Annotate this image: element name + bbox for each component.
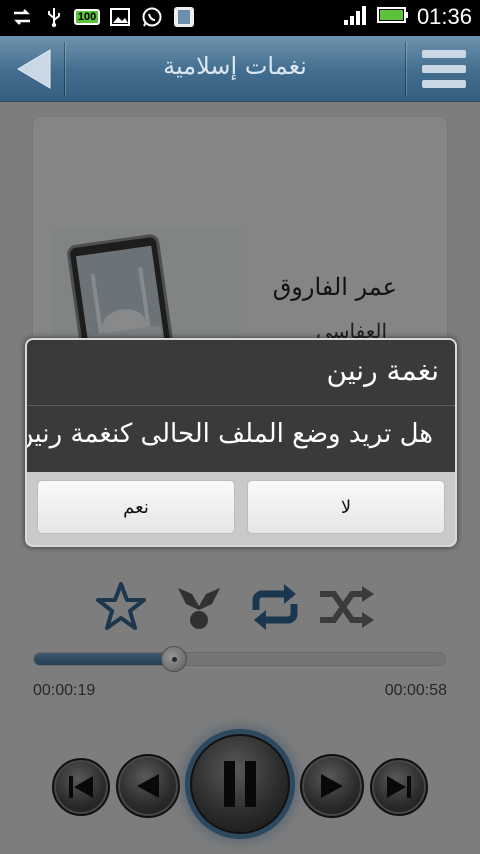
dialog-body: هل تريد وضع الملف الحالى كنغمة رنين <box>27 406 455 472</box>
gallery-icon <box>108 5 132 29</box>
whatsapp-icon <box>140 5 164 29</box>
app-bar-divider <box>405 42 406 96</box>
status-bar: 100 01:36 <box>0 0 480 36</box>
no-button[interactable]: لا <box>247 480 445 534</box>
signal-icon <box>343 4 369 30</box>
app-bar-divider <box>64 42 65 96</box>
app-icon <box>172 5 196 29</box>
battery-badge: 100 <box>73 9 101 25</box>
sync-icon <box>10 5 34 29</box>
back-button[interactable] <box>10 44 60 94</box>
yes-button[interactable]: نعم <box>37 480 235 534</box>
battery-badge-icon: 100 <box>73 5 101 29</box>
status-bar-right: 01:36 <box>343 4 472 30</box>
usb-icon <box>42 5 66 29</box>
battery-icon <box>376 4 409 30</box>
app-bar-title: نغمات إسلامية <box>163 52 307 80</box>
dialog-title: نغمة رنين <box>326 354 439 387</box>
dialog-message: هل تريد وضع الملف الحالى كنغمة رنين <box>25 419 433 449</box>
status-bar-left: 100 <box>10 5 196 29</box>
app-bar: نغمات إسلامية <box>0 36 480 102</box>
status-time: 01:36 <box>416 4 472 29</box>
menu-button[interactable] <box>420 46 468 92</box>
ringtone-dialog: نغمة رنين هل تريد وضع الملف الحالى كنغمة… <box>25 338 457 547</box>
menu-icon <box>422 50 466 88</box>
back-arrow-icon <box>17 49 51 89</box>
dialog-buttons: نعم لا <box>27 472 455 545</box>
dialog-header: نغمة رنين <box>27 340 455 406</box>
